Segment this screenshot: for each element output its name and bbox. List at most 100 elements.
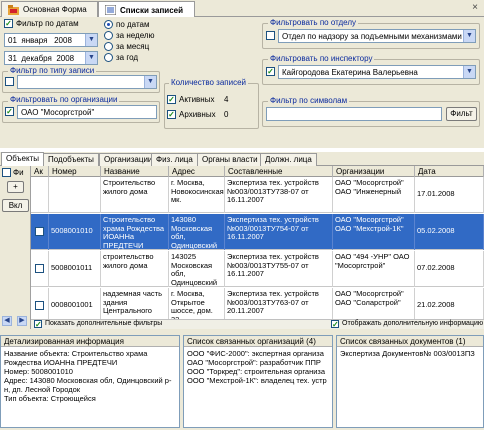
row-name: строительство жилого дома — [101, 251, 169, 287]
date-from-month: января — [21, 36, 48, 45]
chevron-down-icon[interactable]: ▼ — [85, 52, 97, 64]
details-header: Детализированная информация — [1, 336, 179, 347]
period-radio-week[interactable] — [104, 31, 113, 40]
tab-officials[interactable]: Должн. лица — [260, 153, 317, 166]
period-label: по датам — [116, 20, 150, 29]
table-row[interactable]: Строительство жилого дома г. Москва, Нов… — [31, 177, 484, 213]
row-address: г. Москва, Новокосинская, мк. — [169, 177, 225, 213]
col-documents[interactable]: Составленные — [225, 166, 333, 177]
chevron-down-icon[interactable]: ▼ — [463, 66, 475, 78]
filter-button[interactable]: Фильт — [446, 107, 477, 121]
col-organizations[interactable]: Организации — [333, 166, 415, 177]
tab-subobjects[interactable]: Подобъекты — [43, 153, 99, 166]
period-radio-dates[interactable] — [104, 20, 113, 29]
row-date: 05.02.2008 — [415, 214, 484, 250]
table-row[interactable]: 5008001010 Строительство храма Рождества… — [31, 214, 484, 250]
objects-grid: Ак Номер Название Адрес Составленные Орг… — [31, 166, 484, 319]
col-name[interactable]: Название — [101, 166, 169, 177]
period-radio-year[interactable] — [104, 53, 113, 62]
col-address[interactable]: Адрес — [169, 166, 225, 177]
related-orgs-panel: Список связанных организаций (4) ООО "ФИ… — [183, 335, 333, 428]
scroll-left-icon[interactable]: ◀ — [2, 316, 12, 326]
symbols-filter-title: Фильтр по символам — [268, 96, 350, 105]
row-address: 143025 Московская обл, Одинцовский — [169, 251, 225, 287]
count-group — [164, 83, 259, 129]
bottom-panels: Детализированная информация Название объ… — [0, 329, 484, 430]
row-date: 17.01.2008 — [415, 177, 484, 213]
type-filter-checkbox[interactable] — [5, 77, 14, 86]
show-filters-checkbox[interactable]: ✓ — [34, 320, 42, 329]
row-documents: Экспертиза тех. устройств №003/0013ТУ754… — [225, 214, 333, 250]
col-number[interactable]: Номер — [49, 166, 101, 177]
date-to-field[interactable]: 31 декабря 2008 ▼ — [4, 51, 98, 65]
inspector-filter-title: Фильтровать по инспектору — [268, 54, 375, 63]
row-documents: Экспертиза тех. устройств №003/0013ТУ763… — [225, 288, 333, 319]
add-button[interactable]: + — [7, 181, 24, 193]
dept-filter-select[interactable]: Отдел по надзору за подъемными механизма… — [278, 29, 476, 43]
date-to-month: декабря — [21, 54, 52, 63]
dept-filter-checkbox[interactable] — [266, 31, 275, 40]
symbols-input[interactable] — [266, 107, 442, 121]
related-orgs-list[interactable]: ООО "ФИС-2000": экспертная организа ОАО … — [187, 349, 329, 385]
period-radio-month[interactable] — [104, 42, 113, 51]
chevron-down-icon[interactable]: ▼ — [144, 76, 156, 88]
tab-organizations[interactable]: Организации — [99, 153, 158, 166]
tab-authorities[interactable]: Органы власти — [197, 153, 263, 166]
archive-checkbox[interactable]: ✓ — [167, 110, 176, 119]
row-number: 5008001011 — [49, 251, 101, 287]
related-orgs-header: Список связанных организаций (4) — [184, 336, 332, 347]
org-filter-select[interactable]: ОАО "Мосоргстрой" — [17, 105, 157, 119]
tab-objects[interactable]: Объекты — [1, 152, 44, 166]
related-docs-panel: Список связанных документов (1) Эксперти… — [336, 335, 484, 428]
show-info-label: Отображать дополнительную информацию — [342, 320, 484, 327]
list-icon — [104, 4, 117, 16]
type-filter-select[interactable]: ▼ — [17, 75, 157, 89]
active-label: Активных — [179, 95, 215, 104]
date-from-year: 2008 — [54, 36, 72, 45]
inspector-filter-value: Кайгородова Екатерина Валерьевна — [282, 68, 418, 77]
date-filter-checkbox[interactable]: ✓ — [4, 19, 13, 28]
chevron-down-icon[interactable]: ▼ — [85, 34, 97, 46]
table-row[interactable]: 0008001001 надземная часть здания Центра… — [31, 288, 484, 319]
scroll-right-icon[interactable]: ▶ — [17, 316, 27, 326]
row-address: 143080 Московская обл, Одинцовский — [169, 214, 225, 250]
col-active[interactable]: Ак — [31, 166, 49, 177]
date-to-year: 2008 — [56, 54, 75, 63]
top-tab-bar: Основная Форма Списки записей × — [0, 0, 484, 18]
grid-header: Ак Номер Название Адрес Составленные Орг… — [31, 166, 484, 177]
chevron-down-icon[interactable]: ▼ — [463, 30, 475, 42]
show-filters-label: Показать дополнительные фильтры — [45, 320, 163, 327]
table-row[interactable]: 5008001011 строительство жилого дома 143… — [31, 251, 484, 287]
details-panel: Детализированная информация Название объ… — [0, 335, 180, 428]
inspector-filter-checkbox[interactable]: ✓ — [266, 67, 275, 76]
tab-record-lists[interactable]: Списки записей — [98, 1, 195, 18]
related-docs-list[interactable]: Экспертиза Документов№ 003/0013ПЗ — [340, 349, 480, 358]
row-number: 0008001001 — [49, 288, 101, 319]
tab-main-form[interactable]: Основная Форма — [1, 1, 98, 17]
row-checkbox[interactable] — [35, 227, 44, 236]
tab-persons[interactable]: Физ. лица — [151, 153, 198, 166]
row-checkbox[interactable] — [35, 301, 44, 310]
archive-count: 0 — [224, 110, 229, 119]
col-date[interactable]: Дата — [415, 166, 484, 177]
period-label: за неделю — [116, 31, 155, 40]
row-organizations: ОАО "Мосоргстрой" ОАО "Инженерный — [333, 177, 415, 213]
left-filter-label: Фи — [13, 168, 24, 177]
org-filter-value: ОАО "Мосоргстрой" — [21, 108, 95, 117]
left-filter-checkbox[interactable] — [2, 168, 11, 177]
row-number — [49, 177, 101, 213]
include-button[interactable]: Вкл — [2, 199, 29, 212]
show-info-checkbox[interactable]: ✓ — [331, 320, 339, 329]
active-checkbox[interactable]: ✓ — [167, 95, 176, 104]
org-filter-checkbox[interactable]: ✓ — [5, 107, 14, 116]
date-from-field[interactable]: 01 января 2008 ▼ — [4, 33, 98, 47]
tab-label: Списки записей — [120, 5, 184, 15]
row-documents: Экспертиза тех. устройств №003/0013ТУ755… — [225, 251, 333, 287]
row-checkbox[interactable] — [35, 264, 44, 273]
row-active-cell — [31, 214, 49, 250]
inspector-filter-select[interactable]: Кайгородова Екатерина Валерьевна ▼ — [278, 65, 476, 79]
row-active-cell — [31, 177, 49, 213]
close-icon[interactable]: × — [470, 3, 480, 13]
row-name: Строительство храма Рождества ИОАННа ПРЕ… — [101, 214, 169, 250]
row-name: надземная часть здания Центрального — [101, 288, 169, 319]
